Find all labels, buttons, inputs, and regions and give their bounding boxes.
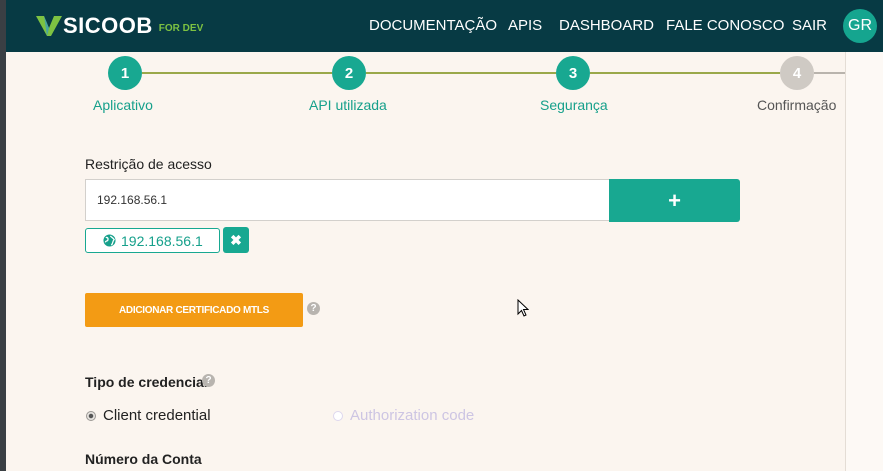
nav-dashboard[interactable]: DASHBOARD bbox=[559, 17, 654, 34]
nav-sair[interactable]: SAIR bbox=[792, 17, 827, 34]
step-1-circle[interactable]: 1 bbox=[108, 56, 142, 90]
radio-checked-icon[interactable] bbox=[86, 410, 96, 421]
sicoob-logo[interactable]: SICOOB FOR DEV bbox=[36, 13, 203, 39]
add-mtls-certificate-button[interactable]: ADICIONAR CERTIFICADO MTLS bbox=[85, 293, 303, 327]
ip-tag: 192.168.56.1 bbox=[85, 228, 220, 253]
radio-authorization-code-label: Authorization code bbox=[350, 407, 475, 424]
step-connector bbox=[590, 72, 780, 74]
radio-client-credential[interactable]: Client credential bbox=[86, 407, 211, 424]
credential-type-label: Tipo de credencial bbox=[85, 374, 208, 390]
access-restriction-label: Restrição de acesso bbox=[85, 156, 212, 172]
step-1-label: Aplicativo bbox=[93, 97, 153, 113]
step-connector bbox=[814, 72, 845, 74]
window-edge bbox=[0, 0, 6, 471]
mouse-pointer-icon bbox=[517, 299, 529, 317]
ip-address-input[interactable] bbox=[85, 179, 609, 221]
ip-tag-value: 192.168.56.1 bbox=[121, 232, 203, 249]
top-navbar: SICOOB FOR DEV DOCUMENTAÇÃO APIS DASHBOA… bbox=[6, 0, 883, 52]
nav-documentacao[interactable]: DOCUMENTAÇÃO bbox=[369, 17, 497, 34]
question-circle-icon[interactable]: ? bbox=[307, 302, 320, 315]
step-2-circle[interactable]: 2 bbox=[332, 56, 366, 90]
right-panel bbox=[845, 52, 883, 471]
radio-authorization-code: Authorization code bbox=[333, 407, 474, 424]
step-connector bbox=[366, 72, 556, 74]
remove-ip-button[interactable]: ✖ bbox=[223, 227, 249, 253]
globe-icon bbox=[103, 234, 116, 247]
close-icon: ✖ bbox=[230, 231, 242, 248]
nav-apis[interactable]: APIS bbox=[508, 17, 542, 34]
step-3-label: Segurança bbox=[540, 97, 608, 113]
step-2-label: API utilizada bbox=[309, 97, 387, 113]
account-number-label: Número da Conta bbox=[85, 451, 202, 467]
logo-text: SICOOB bbox=[63, 13, 153, 38]
radio-unchecked-icon bbox=[333, 410, 343, 421]
step-4-label: Confirmação bbox=[757, 97, 837, 113]
sicoob-logo-icon bbox=[36, 16, 62, 36]
step-connector bbox=[142, 72, 332, 74]
nav-fale-conosco[interactable]: FALE CONOSCO bbox=[666, 17, 784, 34]
add-ip-button[interactable]: + bbox=[609, 179, 740, 222]
radio-client-credential-label: Client credential bbox=[103, 407, 211, 424]
logo-subtext: FOR DEV bbox=[158, 22, 204, 34]
step-3-circle[interactable]: 3 bbox=[556, 56, 590, 90]
question-circle-icon[interactable]: ? bbox=[202, 374, 215, 387]
step-4-circle: 4 bbox=[780, 56, 814, 90]
user-avatar[interactable]: GR bbox=[843, 9, 877, 43]
